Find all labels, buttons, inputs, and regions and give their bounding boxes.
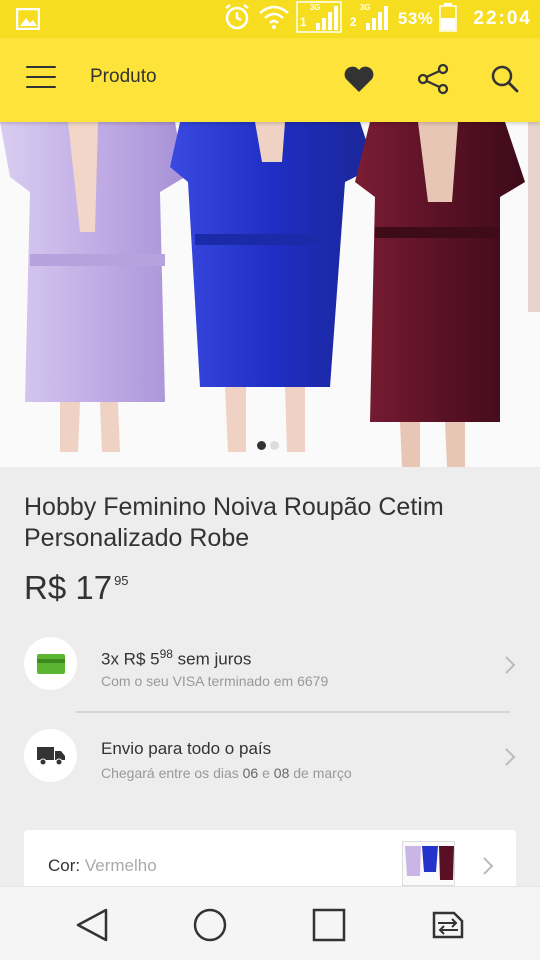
sim-label: 2 (349, 14, 357, 29)
delivery-date-from: 06 (242, 765, 259, 781)
page-title: Produto (90, 66, 157, 87)
share-icon[interactable] (416, 62, 450, 96)
sim-label: 1 (299, 14, 307, 29)
color-label-text: Cor: (48, 856, 81, 875)
shipping-row[interactable]: Envio para todo o país Chegará entre os … (24, 729, 516, 785)
wifi-icon (258, 4, 290, 35)
color-thumbnail (402, 841, 455, 886)
battery-icon (439, 2, 458, 37)
installments-cents: 98 (159, 647, 173, 661)
delivery-date-to: 08 (273, 765, 290, 781)
shipping-title: Envio para todo o país (101, 739, 272, 758)
back-icon[interactable] (72, 905, 112, 945)
app-header: Produto (0, 38, 540, 122)
signal-icon-sim-2: 3G 2 (348, 1, 392, 38)
network-label: 3G (359, 2, 371, 12)
installments-text: 3x R$ 598 sem juros (101, 647, 251, 670)
card-info: Com o seu VISA terminado em 6679 (101, 673, 329, 689)
delivery-suffix: de março (289, 765, 352, 781)
divider (76, 711, 510, 713)
alarm-icon (222, 2, 252, 37)
clock: 22:04 (473, 8, 532, 29)
price-cents: 95 (114, 573, 129, 588)
payment-row[interactable]: 3x R$ 598 sem juros Com o seu VISA termi… (24, 637, 516, 693)
installments-amount: 3x R$ 5 (101, 649, 160, 669)
color-selector[interactable]: Cor: Vermelho (24, 830, 516, 886)
color-value: Vermelho (84, 856, 157, 875)
chevron-right-icon (504, 655, 516, 680)
product-title: Hobby Feminino Noiva Roupão Cetim Person… (24, 493, 444, 552)
chevron-right-icon (504, 747, 516, 772)
network-label: 3G (309, 2, 321, 12)
gallery-pagination (257, 441, 279, 450)
menu-icon[interactable] (26, 66, 56, 94)
status-bar: 3G 1 3G 2 53% 22:04 (0, 0, 540, 38)
credit-card-icon (24, 637, 77, 690)
delivery-mid: e (258, 765, 274, 781)
battery-percent: 53% (397, 9, 434, 28)
gallery-icon (15, 7, 41, 35)
product-image-gallery[interactable] (0, 122, 540, 467)
delivery-estimate: Chegará entre os dias 06 e 08 de março (101, 765, 352, 781)
home-icon[interactable] (190, 905, 230, 945)
delivery-prefix: Chegará entre os dias (101, 765, 243, 781)
search-icon[interactable] (488, 62, 522, 96)
product-image (0, 122, 540, 467)
chevron-right-icon (482, 856, 494, 881)
signal-icon-sim-1: 3G 1 (296, 0, 342, 38)
product-price: R$ 17 95 (24, 569, 129, 607)
pagination-dot-active[interactable] (257, 441, 266, 450)
product-info: Hobby Feminino Noiva Roupão Cetim Person… (0, 467, 540, 812)
installments-suffix: sem juros (172, 649, 252, 669)
truck-icon (24, 729, 77, 782)
switch-sim-icon[interactable] (428, 905, 468, 945)
recents-icon[interactable] (309, 905, 349, 945)
color-label: Cor: Vermelho (48, 856, 157, 876)
pagination-dot[interactable] (270, 441, 279, 450)
system-nav-bar (0, 886, 540, 960)
price-main: R$ 17 (24, 569, 113, 606)
heart-icon[interactable] (342, 62, 376, 96)
